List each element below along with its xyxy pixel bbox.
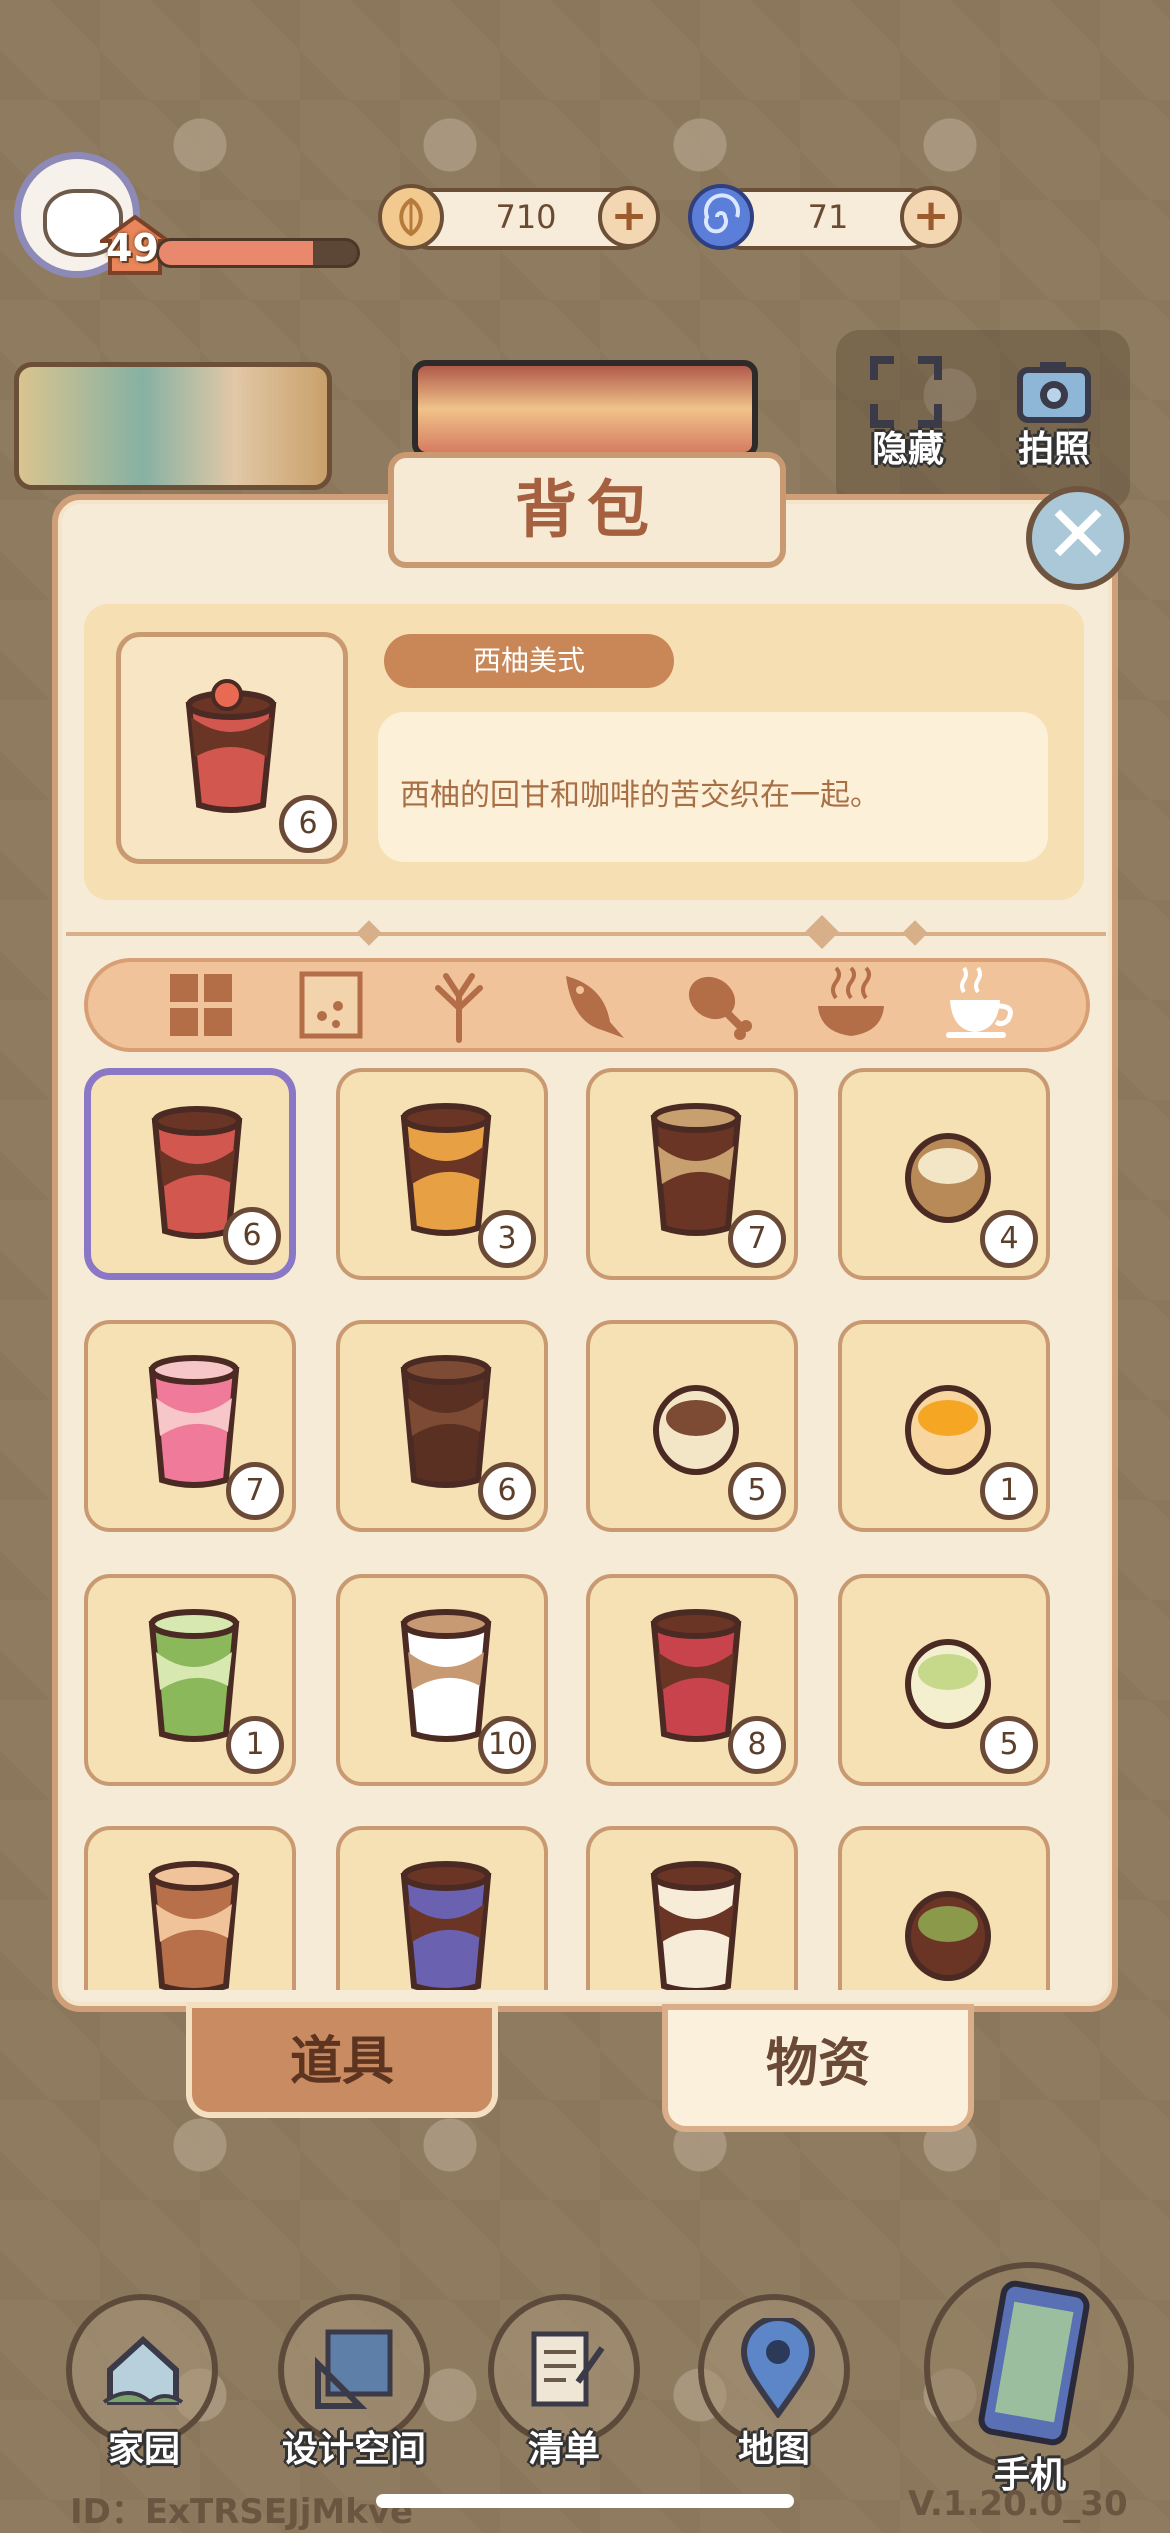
section-divider <box>66 932 1106 936</box>
grapefruit-americano-icon <box>185 679 277 813</box>
item-slot[interactable]: 10 <box>336 1574 548 1786</box>
version-label: V.1.20.0_30 <box>908 2484 1128 2524</box>
home-indicator[interactable] <box>376 2494 794 2508</box>
hide-label[interactable]: 隐藏 <box>872 420 944 472</box>
item-slot[interactable]: 4 <box>838 1068 1050 1280</box>
item-slot[interactable]: 5 <box>838 1574 1050 1786</box>
item-description: 西柚的回甘和咖啡的苦交织在一起。 <box>400 778 880 813</box>
coin-icon <box>378 184 444 250</box>
soup-icon[interactable] <box>812 966 890 1044</box>
item-slot[interactable] <box>838 1826 1050 1990</box>
item-slot[interactable] <box>336 1826 548 1990</box>
photo-label[interactable]: 拍照 <box>1018 420 1090 472</box>
item-count: 6 <box>223 1207 281 1265</box>
item-slot[interactable]: 7 <box>586 1068 798 1280</box>
item-slot[interactable] <box>586 1826 798 1990</box>
panel-title-plate: 背包 <box>388 452 786 568</box>
nav-map-label[interactable]: 地图 <box>674 2420 874 2472</box>
item-detail-thumb: 6 <box>116 632 348 864</box>
close-button[interactable]: ✕ <box>1026 486 1130 590</box>
swirl-gem-icon <box>688 184 754 250</box>
xp-bar-fill <box>159 241 314 265</box>
item-slot[interactable]: 1 <box>838 1320 1050 1532</box>
fish-icon[interactable] <box>552 966 630 1044</box>
coin-value: 710 <box>495 198 557 236</box>
item-count: 4 <box>980 1210 1038 1268</box>
list-paper-icon <box>531 2331 605 2407</box>
tab-goods[interactable]: 物资 <box>662 2004 974 2132</box>
item-count: 5 <box>980 1716 1038 1774</box>
add-swirl-button[interactable]: + <box>900 186 962 248</box>
matcha-layer-icon <box>905 1891 991 1981</box>
all-grid-icon[interactable] <box>162 966 240 1044</box>
item-count: 6 <box>478 1462 536 1520</box>
caramel-coffee-icon <box>148 1861 240 1990</box>
item-slot[interactable]: 5 <box>586 1320 798 1532</box>
meat-icon[interactable] <box>680 966 758 1044</box>
nav-design-label[interactable]: 设计空间 <box>254 2420 454 2472</box>
nav-home-label[interactable]: 家园 <box>44 2420 244 2472</box>
house-icon <box>102 2335 184 2405</box>
smartphone-icon <box>978 2280 1090 2446</box>
item-count: 1 <box>226 1716 284 1774</box>
item-slot[interactable] <box>84 1826 296 1990</box>
xp-bar <box>156 238 360 268</box>
item-count: 7 <box>728 1210 786 1268</box>
level-value: 49 <box>106 226 159 270</box>
item-slot[interactable]: 1 <box>84 1574 296 1786</box>
item-count: 7 <box>226 1462 284 1520</box>
item-name-chip: 西柚美式 <box>384 634 674 688</box>
tab-items[interactable]: 道具 <box>186 2002 498 2118</box>
item-slot[interactable]: 6 <box>336 1320 548 1532</box>
add-coins-button[interactable]: + <box>598 186 660 248</box>
event-banner-2[interactable] <box>412 360 758 458</box>
item-slot[interactable]: 8 <box>586 1574 798 1786</box>
nav-phone-button[interactable] <box>924 2262 1134 2472</box>
item-count: 10 <box>478 1716 536 1774</box>
player-id: ID：ExTRSEJjMkve <box>70 2492 414 2532</box>
coffee-cup-icon[interactable] <box>942 966 1020 1044</box>
blueberry-coffee-icon <box>400 1861 492 1990</box>
item-count: 5 <box>728 1462 786 1520</box>
event-banner[interactable] <box>14 362 332 490</box>
item-count: 3 <box>478 1210 536 1268</box>
panel-title: 背包 <box>514 473 659 546</box>
item-detail-count: 6 <box>279 795 337 853</box>
item-count: 8 <box>728 1716 786 1774</box>
item-slot[interactable]: 6 <box>84 1068 296 1280</box>
item-grid: 6 3 7 4 7 6 5 1 1 10 8 5 <box>70 1068 1100 1990</box>
swirl-value: 71 <box>807 198 849 236</box>
item-count: 1 <box>980 1462 1038 1520</box>
blueprint-icon <box>315 2329 393 2409</box>
plant-icon[interactable] <box>420 966 498 1044</box>
cream-coffee-icon <box>650 1861 742 1990</box>
item-slot[interactable]: 7 <box>84 1320 296 1532</box>
seed-bag-icon[interactable] <box>292 966 370 1044</box>
nav-list-label[interactable]: 清单 <box>464 2420 664 2472</box>
item-slot[interactable]: 3 <box>336 1068 548 1280</box>
map-pin-icon <box>740 2318 816 2418</box>
